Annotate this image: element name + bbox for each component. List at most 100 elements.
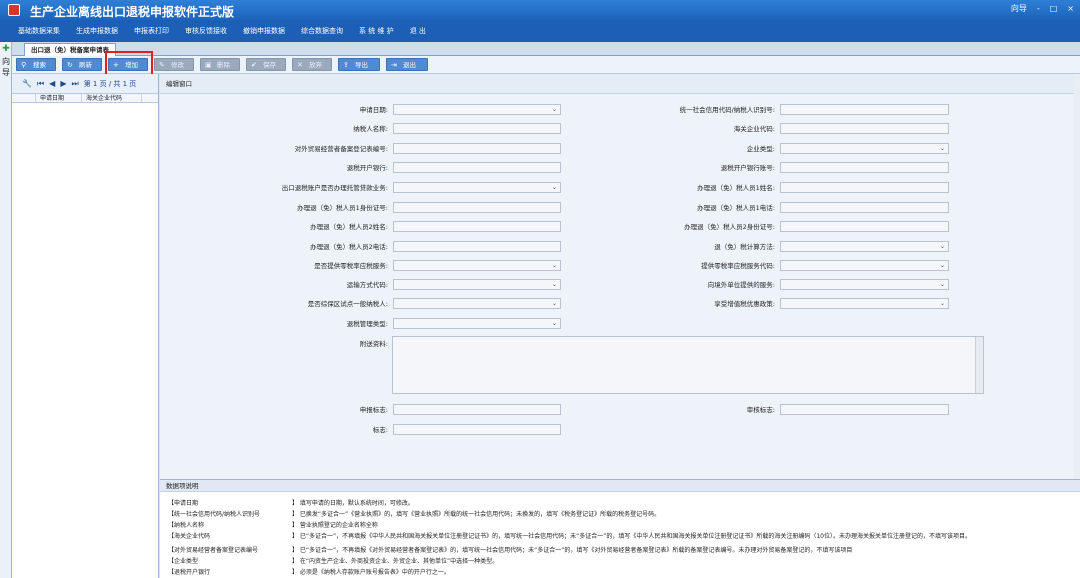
customs-code-input[interactable] [780,123,949,134]
pager: 🔧 ⏮ ◀ ▶ ⏭ 第 1 页 / 共 1 页 [12,74,158,94]
handler2-name-input[interactable] [393,221,561,232]
save-button[interactable]: ✔ 保存 [246,58,286,71]
delete-button[interactable]: ▣ 删除 [200,58,240,71]
guide-label-2: 导 [2,68,10,77]
chevron-down-icon: ⌄ [551,300,557,307]
label-audit-flag: 审核标志: [746,406,775,414]
remarks-scrollbar[interactable] [975,337,983,393]
handler2-phone-input[interactable] [393,241,561,252]
list-col-index [12,94,36,102]
tab-export-filing[interactable]: 出口退（免）税备案申请表 [24,43,116,56]
refresh-button[interactable]: ↻ 刷新 [62,58,102,71]
cancel-button[interactable]: ✕ 放弃 [292,58,332,71]
wrench-icon[interactable]: 🔧 [22,79,32,88]
menu-print[interactable]: 申报表打印 [126,26,177,36]
prev-page-icon[interactable]: ◀ [49,79,55,88]
label-flag: 标志: [372,426,388,434]
overseas-service-select[interactable]: ⌄ [780,279,949,290]
x-icon: ✕ [297,61,303,69]
edit-button[interactable]: ✎ 修改 [154,58,194,71]
audit-flag-input[interactable] [780,404,949,415]
list-header: 申请日期 海关企业代码 [12,94,158,103]
handler1-phone-input[interactable] [780,202,949,213]
remarks-textarea[interactable] [392,336,984,394]
report-flag-input[interactable] [393,404,561,415]
label-handler2-phone: 办理退（免）税人员2电话: [310,243,388,251]
calc-method-select[interactable]: ⌄ [780,241,949,252]
taxpayer-name-input[interactable] [393,123,561,134]
export-button[interactable]: ⇪ 导出 [338,58,380,71]
chevron-down-icon: ⌄ [939,262,945,269]
chevron-down-icon: ⌄ [939,243,945,250]
menu-system[interactable]: 系 统 维 护 [351,26,402,36]
label-trade-reg-no: 对外贸易经营者备案登记表编号: [294,145,388,153]
list-col-customs[interactable]: 海关企业代码 [82,94,142,102]
vat-policy-select[interactable]: ⌄ [780,298,949,309]
menu-exit[interactable]: 退 出 [402,26,434,36]
label-transport-code: 运输方式代码: [346,281,388,289]
refund-account-input[interactable] [780,162,949,173]
chevron-down-icon: ⌄ [939,281,945,288]
chevron-down-icon: ⌄ [551,184,557,191]
maximize-icon[interactable]: □ [1050,4,1058,13]
label-calc-method: 退（免）税计算方法: [714,243,775,251]
label-apply-date: 申请日期: [359,106,388,114]
zero-rate-code-select[interactable]: ⌄ [780,260,949,271]
trash-icon: ▣ [205,61,212,69]
refund-bank-input[interactable] [393,162,561,173]
label-vat-policy: 享受增值税优惠政策: [714,300,775,308]
trade-reg-no-input[interactable] [393,143,561,154]
menu-feedback[interactable]: 审核反馈接收 [177,26,235,36]
last-page-icon[interactable]: ⏭ [71,79,78,89]
label-company-type: 企业类型: [746,145,775,153]
label-handler1-name: 办理退（免）税人员1姓名: [697,184,775,192]
label-zero-rate-code: 提供零税率应税服务代码: [701,262,775,270]
credit-code-input[interactable] [780,104,949,115]
menu-basic-data[interactable]: 基础数据采集 [10,26,68,36]
list-col-date[interactable]: 申请日期 [36,94,82,102]
app-logo-icon [8,4,20,16]
menu-generate-data[interactable]: 生成申报数据 [68,26,126,36]
label-refund-mgmt-type: 退税管理类型: [346,320,388,328]
title-bar: 生产企业离线出口退税申报软件正式版 向导 - □ × [0,0,1080,20]
app-title: 生产企业离线出口退税申报软件正式版 [30,5,235,19]
field-description-header: 数据项说明 [160,480,1080,492]
label-refund-account: 退税开户银行账号: [720,164,775,172]
company-type-select[interactable]: ⌄ [780,143,949,154]
label-pilot-general: 是否综保区试点一般纳税人: [307,300,388,308]
guide-button[interactable]: 向导 [1011,3,1027,14]
chevron-down-icon: ⌄ [939,145,945,152]
form-scrollbar[interactable] [1074,74,1080,479]
tab-strip: 出口退（免）税备案申请表 [12,42,1080,56]
chevron-down-icon: ⌄ [939,300,945,307]
handler1-name-input[interactable] [780,182,949,193]
menu-query[interactable]: 综合数据查询 [293,26,351,36]
next-page-icon[interactable]: ▶ [60,79,66,88]
apply-date-select[interactable]: ⌄ [393,104,561,115]
toolbar: ⚲ 搜索 ↻ 刷新 + 增加 ✎ 修改 ▣ 删除 ✔ 保存 ✕ 放弃 ⇪ 导出 ⇥ 退出 [12,56,1080,74]
label-zero-rate-service: 是否提供零税率应税服务: [314,262,388,270]
menu-revoke[interactable]: 撤销申报数据 [235,26,293,36]
edit-form-pane: 编辑窗口 申请日期: ⌄ 统一社会信用代码/纳税人识别号: 纳税人名称: 海关企… [160,74,1080,479]
check-icon: ✔ [251,61,257,69]
guide-rail[interactable]: ✚ 向 导 [0,42,12,578]
transport-code-select[interactable]: ⌄ [393,279,561,290]
exit-icon: ⇥ [391,61,397,69]
handler1-id-input[interactable] [393,202,561,213]
refund-mgmt-type-select[interactable]: ⌄ [393,318,561,329]
exit-button[interactable]: ⇥ 退出 [386,58,428,71]
search-button[interactable]: ⚲ 搜索 [16,58,56,71]
flag-input[interactable] [393,424,561,435]
entrust-loan-select[interactable]: ⌄ [393,182,561,193]
pilot-general-select[interactable]: ⌄ [393,298,561,309]
label-credit-code: 统一社会信用代码/纳税人识别号: [679,106,775,114]
label-report-flag: 申报标志: [359,406,388,414]
close-icon[interactable]: × [1067,4,1074,13]
upload-icon: ⇪ [343,61,349,69]
first-page-icon[interactable]: ⏮ [37,79,44,89]
minimize-icon[interactable]: - [1037,4,1040,13]
menu-bar: 基础数据采集 生成申报数据 申报表打印 审核反馈接收 撤销申报数据 综合数据查询… [0,20,1080,42]
handler2-id-input[interactable] [780,221,949,232]
label-remarks: 附送资料: [359,340,388,348]
zero-rate-service-select[interactable]: ⌄ [393,260,561,271]
